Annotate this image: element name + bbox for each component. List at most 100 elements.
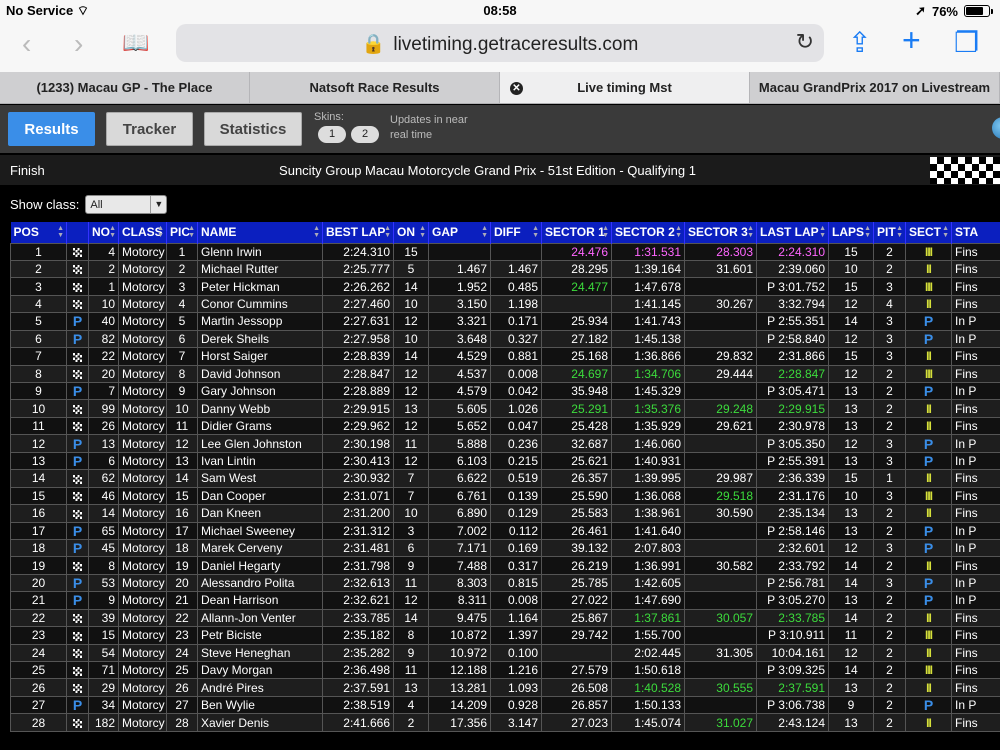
table-row[interactable]: 22 39 Motorcy 22 Allann-Jon Venter 2:33.785 14…: [10, 608, 1000, 628]
cell-pic: 17: [166, 521, 198, 540]
table-row[interactable]: 19 8 Motorcy 19 Daniel Hegarty 2:31.798 9 7.488…: [10, 556, 1000, 575]
tracker-button[interactable]: Tracker: [106, 112, 193, 146]
forward-icon[interactable]: ›: [74, 28, 83, 60]
pit-value: 2: [886, 523, 893, 538]
name-value: Horst Saiger: [201, 349, 268, 364]
table-row[interactable]: 7 22 Motorcy 7 Horst Saiger 2:28.839 14 4.529 0.…: [10, 347, 1000, 366]
cell-diff: 0.485: [490, 277, 542, 296]
cell-sect: III: [905, 242, 952, 261]
cell-laps: 15: [828, 347, 874, 366]
cell-gap: 13.281: [428, 678, 491, 697]
checkered-flag-icon: [73, 282, 82, 292]
table-row[interactable]: 1 4 Motorcy 1 Glenn Irwin 2:24.310 15 24.476 1:3…: [10, 242, 1000, 261]
table-row[interactable]: 14 62 Motorcy 14 Sam West 2:30.932 7 6.622 0.519…: [10, 469, 1000, 488]
globe-icon[interactable]: [992, 117, 1000, 139]
column-header[interactable]: DIFF ▲ ▼: [490, 222, 542, 243]
s1-value: 28.295: [571, 262, 608, 277]
table-row[interactable]: 23 15 Motorcy 23 Petr Biciste 2:35.182 8 10.872…: [10, 626, 1000, 645]
tab-macau-gp-place[interactable]: (1233) Macau GP - The Place: [0, 72, 250, 103]
cell-on: 12: [393, 451, 429, 471]
table-row[interactable]: 12 P 13 Motorcy 12 Lee Glen Johnston 2:30.198 1…: [10, 434, 1000, 453]
statistics-button[interactable]: Statistics: [204, 112, 302, 146]
column-header[interactable]: NAME ▲ ▼: [197, 222, 323, 243]
diff-value: 0.317: [507, 558, 538, 573]
table-row[interactable]: 28 182 Motorcy 28 Xavier Denis 2:41.666 2 17.35…: [10, 713, 1000, 732]
cell-best: 2:28.839: [322, 347, 394, 366]
table-row[interactable]: 24 54 Motorcy 24 Steve Heneghan 2:35.282 9 10.9…: [10, 643, 1000, 663]
column-header[interactable]: SECTOR 1 ▲ ▼: [541, 222, 612, 243]
table-row[interactable]: 17 P 65 Motorcy 17 Michael Sweeney 2:31.312 3 7.…: [10, 521, 1000, 540]
class-select[interactable]: All ▼: [85, 195, 168, 214]
sta-value: In P: [955, 576, 977, 591]
tab-live-timing[interactable]: ✕ Live timing Mst: [500, 72, 750, 103]
table-row[interactable]: 15 46 Motorcy 15 Dan Cooper 2:31.071 7 6.761 0.1…: [10, 486, 1000, 506]
cell-sta: In P: [951, 451, 1000, 471]
checkered-flag-icon: [73, 265, 82, 275]
table-row[interactable]: 18 P 45 Motorcy 18 Marek Cerveny 2:31.481 6 7.17…: [10, 538, 1000, 558]
skin-1-button[interactable]: 1: [318, 126, 346, 143]
column-header[interactable]: LAST LAP ▲ ▼: [756, 222, 829, 243]
column-header[interactable]: PIC ▲ ▼: [166, 222, 198, 243]
cell-cls: Motorcy: [118, 312, 167, 331]
pos-value: 6: [35, 331, 42, 346]
table-row[interactable]: 20 P 53 Motorcy 20 Alessandro Polita 2:32.613 1…: [10, 573, 1000, 593]
column-header[interactable]: [66, 222, 89, 243]
tabs-overview-icon[interactable]: ❐: [954, 26, 979, 59]
skin-2-button[interactable]: 2: [351, 126, 379, 143]
new-tab-icon[interactable]: +: [902, 22, 921, 59]
results-button[interactable]: Results: [8, 112, 95, 146]
tab-livestream[interactable]: Macau GrandPrix 2017 on Livestream: [750, 72, 1000, 103]
cell-no: 71: [88, 660, 119, 680]
table-row[interactable]: 3 1 Motorcy 3 Peter Hickman 2:26.262 14 1.952 0.…: [10, 277, 1000, 296]
table-row[interactable]: 25 71 Motorcy 25 Davy Morgan 2:36.498 11 12.188…: [10, 660, 1000, 680]
column-header[interactable]: ON ▲ ▼: [393, 222, 429, 243]
table-row[interactable]: 27 P 34 Motorcy 27 Ben Wylie 2:38.519 4 14.209 0.…: [10, 695, 1000, 715]
cell-s3: 30.582: [684, 556, 757, 575]
column-header[interactable]: SECTOR 3 ▲ ▼: [684, 222, 757, 243]
column-header[interactable]: GAP ▲ ▼: [428, 222, 491, 243]
table-row[interactable]: 13 P 6 Motorcy 13 Ivan Lintin 2:30.413 12 6.103 0…: [10, 451, 1000, 471]
back-icon[interactable]: ‹: [22, 28, 31, 60]
column-header[interactable]: BEST LAP ▲ ▼: [322, 222, 394, 243]
cell-name: Marek Cerveny: [197, 538, 323, 558]
cell-sta: Fins: [951, 469, 1000, 488]
best-value: 2:33.785: [343, 610, 390, 625]
pic-value: 18: [175, 541, 189, 556]
cell-last: P 3:01.752: [756, 277, 829, 296]
url-display[interactable]: 🔒 livetiming.getraceresults.com: [176, 32, 824, 56]
cell-cls: Motorcy: [118, 504, 167, 523]
in-pit-icon: P: [72, 592, 83, 609]
table-row[interactable]: 2 2 Motorcy 2 Michael Rutter 2:25.777 5 1.467 1.…: [10, 259, 1000, 279]
share-icon[interactable]: ⇪: [848, 26, 871, 59]
table-row[interactable]: 21 P 9 Motorcy 21 Dean Harrison 2:32.621 12 8.31…: [10, 591, 1000, 610]
address-bar[interactable]: 🔒 livetiming.getraceresults.com ↻: [176, 24, 824, 62]
pit-value: 3: [886, 314, 893, 329]
table-row[interactable]: 9 P 7 Motorcy 9 Gary Johnson 2:28.889 12 4.579 0.…: [10, 381, 1000, 401]
bookmarks-icon[interactable]: 📖: [122, 30, 149, 56]
table-row[interactable]: 6 P 82 Motorcy 6 Derek Sheils 2:27.958 10 3.648 0…: [10, 329, 1000, 349]
cls-value: Motorcy: [122, 453, 165, 468]
table-row[interactable]: 8 20 Motorcy 8 David Johnson 2:28.847 12 4.537 0…: [10, 364, 1000, 384]
table-row[interactable]: 16 14 Motorcy 16 Dan Kneen 2:31.200 10 6.890 0.1…: [10, 504, 1000, 523]
cell-gap: 10.972: [428, 643, 491, 663]
table-row[interactable]: 11 26 Motorcy 11 Didier Grams 2:29.962 12 5.652…: [10, 416, 1000, 436]
table-row[interactable]: 26 29 Motorcy 26 André Pires 2:37.591 13 13.281…: [10, 678, 1000, 697]
table-row[interactable]: 10 99 Motorcy 10 Danny Webb 2:29.915 13 5.605 1.…: [10, 399, 1000, 418]
on-value: 10: [404, 297, 418, 312]
tab-natsoft[interactable]: Natsoft Race Results: [250, 72, 500, 103]
column-header[interactable]: NO ▲ ▼: [88, 222, 119, 243]
table-row[interactable]: 4 10 Motorcy 4 Conor Cummins 2:27.460 10 3.150 1…: [10, 294, 1000, 314]
table-row[interactable]: 5 P 40 Motorcy 5 Martin Jessopp 2:27.631 12 3.32…: [10, 312, 1000, 331]
column-header[interactable]: LAPS ▲ ▼: [828, 222, 874, 243]
column-header[interactable]: PIT ▲ ▼: [873, 222, 906, 243]
close-tab-icon[interactable]: ✕: [510, 82, 523, 95]
column-header[interactable]: SECT ▲ ▼: [905, 222, 952, 243]
sort-icon: ▲ ▼: [109, 225, 116, 239]
column-header[interactable]: STA: [951, 222, 1000, 243]
column-header[interactable]: POS ▲ ▼: [10, 222, 67, 243]
column-header[interactable]: CLASS ▲ ▼: [118, 222, 167, 243]
column-header[interactable]: SECTOR 2 ▲ ▼: [611, 222, 685, 243]
sect-value: III: [924, 279, 933, 294]
reload-icon[interactable]: ↻: [796, 29, 814, 55]
laps-value: 15: [844, 471, 858, 486]
